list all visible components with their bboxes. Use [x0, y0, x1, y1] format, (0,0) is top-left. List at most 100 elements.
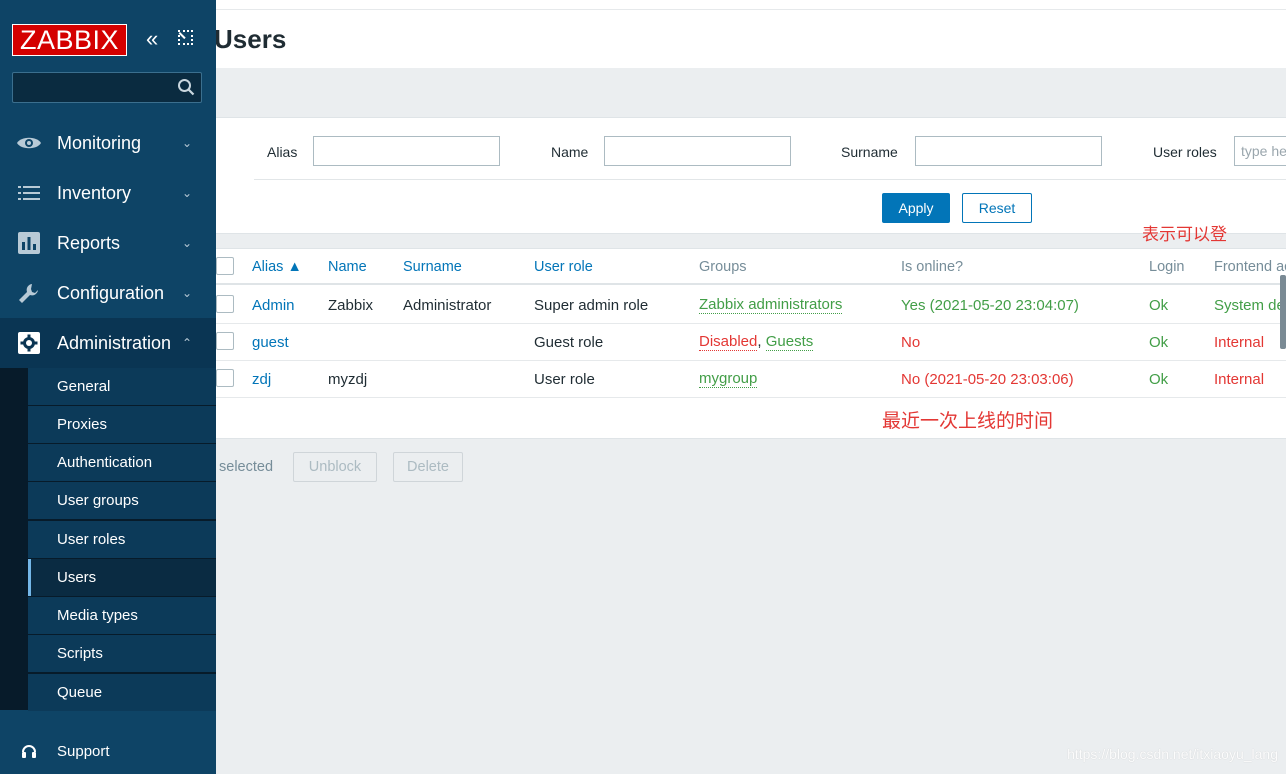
frontend-access: Internal	[1214, 371, 1265, 388]
user-role: Guest role	[534, 334, 604, 351]
user-alias-link[interactable]: zdj	[252, 371, 271, 388]
submenu-scripts[interactable]: Scripts	[28, 635, 216, 672]
column-frontend-header: Frontend access	[1214, 259, 1286, 275]
menu-label: Administration	[57, 332, 172, 353]
menu-inventory[interactable]: Inventory ⌄	[0, 168, 216, 218]
group-separator: ,	[757, 333, 762, 350]
page-title: Users	[214, 24, 287, 54]
column-surname-header[interactable]: Surname	[403, 259, 462, 275]
select-all-checkbox[interactable]	[216, 257, 234, 275]
online-status: No (2021-05-20 23:03:06)	[901, 371, 1074, 388]
user-group-link[interactable]: Zabbix administrators	[699, 296, 843, 314]
logo-row: ZABBIX «	[12, 24, 216, 56]
menu-label: Configuration	[57, 282, 165, 303]
sidebar-search-input[interactable]	[13, 73, 173, 102]
user-role: User role	[534, 371, 595, 388]
bar-chart-icon	[0, 232, 57, 254]
submenu-user-roles[interactable]: User roles	[28, 521, 216, 558]
row-checkbox[interactable]	[216, 295, 234, 313]
selected-count-text: selected	[219, 459, 274, 475]
browser-top-strip	[216, 0, 1286, 10]
chevron-down-icon: ⌄	[182, 136, 193, 150]
column-user-role-header[interactable]: User role	[534, 259, 593, 275]
alias-label: Alias	[267, 144, 298, 160]
menu-label: Inventory	[57, 182, 132, 203]
column-groups-header: Groups	[699, 259, 747, 275]
submenu-general[interactable]: General	[28, 368, 216, 405]
surname-input[interactable]	[915, 136, 1102, 166]
user-name: Zabbix	[328, 297, 374, 314]
user-groups: Disabled, Guests	[699, 333, 814, 351]
menu-reports[interactable]: Reports ⌄	[0, 218, 216, 268]
user-roles-label: User roles	[1153, 144, 1217, 160]
login-status: Ok	[1149, 297, 1169, 314]
gear-icon	[0, 332, 57, 354]
name-label: Name	[551, 144, 589, 160]
menu-label: Monitoring	[57, 132, 142, 153]
reset-button[interactable]: Reset	[962, 193, 1032, 223]
headset-icon	[0, 743, 57, 759]
frontend-access: System default	[1214, 297, 1286, 314]
chevron-down-icon: ⌄	[182, 286, 193, 300]
online-time-annotation: 最近一次上线的时间	[882, 411, 1054, 432]
menu-administration[interactable]: Administration ⌃	[0, 318, 216, 368]
row-checkbox[interactable]	[216, 369, 234, 387]
filter-tab-area	[216, 68, 1286, 118]
submenu-users[interactable]: Users	[28, 559, 216, 596]
online-status: Yes (2021-05-20 23:04:07)	[901, 297, 1079, 314]
kiosk-mode-icon[interactable]	[178, 30, 193, 45]
user-alias-link[interactable]: Admin	[252, 297, 295, 314]
user-group-link[interactable]: Disabled	[699, 333, 758, 351]
table-header-row: Alias ▲ Name Surname User role Groups Is…	[216, 249, 1286, 285]
table-row: zdj myzdj User role mygroup No (2021-05-…	[216, 361, 1286, 398]
user-surname: Administrator	[403, 297, 492, 314]
administration-submenu: General Proxies Authentication User grou…	[0, 368, 216, 711]
user-group-link[interactable]: Guests	[765, 333, 814, 351]
unblock-button[interactable]: Unblock	[293, 452, 377, 482]
table-row: guest Guest role Disabled, Guests No Ok …	[216, 324, 1286, 361]
name-input[interactable]	[604, 136, 791, 166]
user-name: myzdj	[328, 371, 368, 388]
surname-label: Surname	[841, 144, 898, 160]
watermark-text: https://blog.csdn.net/itxiaoyu_lang	[1067, 746, 1278, 762]
table-row: Admin Zabbix Administrator Super admin r…	[216, 287, 1286, 324]
apply-button[interactable]: Apply	[882, 193, 950, 223]
submenu-media-types[interactable]: Media types	[28, 597, 216, 634]
mass-action-bar: selected Unblock Delete	[216, 452, 716, 482]
user-alias-link[interactable]: guest	[252, 334, 289, 351]
page-header: Users	[214, 10, 1286, 68]
column-name-header[interactable]: Name	[328, 259, 367, 275]
sidebar-search	[12, 72, 202, 103]
zabbix-logo[interactable]: ZABBIX	[12, 24, 127, 56]
user-group-link[interactable]: mygroup	[699, 370, 758, 388]
column-login-header: Login	[1149, 259, 1185, 275]
menu-configuration[interactable]: Configuration ⌄	[0, 268, 216, 318]
wrench-icon	[0, 282, 57, 304]
submenu-queue[interactable]: Queue	[28, 674, 216, 711]
support-link[interactable]: Support	[0, 728, 216, 774]
sidebar: ZABBIX « Monitoring ⌄ Inventory ⌄ Report…	[0, 0, 216, 774]
filter-panel: Alias Name Surname User roles Apply Rese…	[216, 117, 1286, 234]
submenu-proxies[interactable]: Proxies	[28, 406, 216, 443]
alias-input[interactable]	[313, 136, 500, 166]
column-is-online-header: Is online?	[901, 259, 964, 275]
user-roles-input[interactable]	[1234, 136, 1286, 166]
column-alias-header[interactable]: Alias ▲	[252, 259, 302, 275]
submenu-user-groups[interactable]: User groups	[28, 482, 216, 519]
login-status: Ok	[1149, 371, 1169, 388]
user-role: Super admin role	[534, 297, 649, 314]
login-status: Ok	[1149, 334, 1169, 351]
scrollbar-handle[interactable]	[1280, 275, 1286, 349]
submenu-authentication[interactable]: Authentication	[28, 444, 216, 481]
filter-divider	[254, 179, 1286, 180]
search-icon[interactable]	[177, 78, 195, 96]
menu-monitoring[interactable]: Monitoring ⌄	[0, 118, 216, 168]
delete-button[interactable]: Delete	[393, 452, 463, 482]
collapse-sidebar-icon[interactable]: «	[146, 26, 158, 52]
support-label: Support	[57, 742, 110, 760]
row-checkbox[interactable]	[216, 332, 234, 350]
main-menu: Monitoring ⌄ Inventory ⌄ Reports ⌄ Confi…	[0, 118, 216, 368]
chevron-down-icon: ⌄	[182, 236, 193, 250]
eye-icon	[0, 134, 57, 152]
chevron-up-icon: ⌃	[182, 336, 193, 350]
